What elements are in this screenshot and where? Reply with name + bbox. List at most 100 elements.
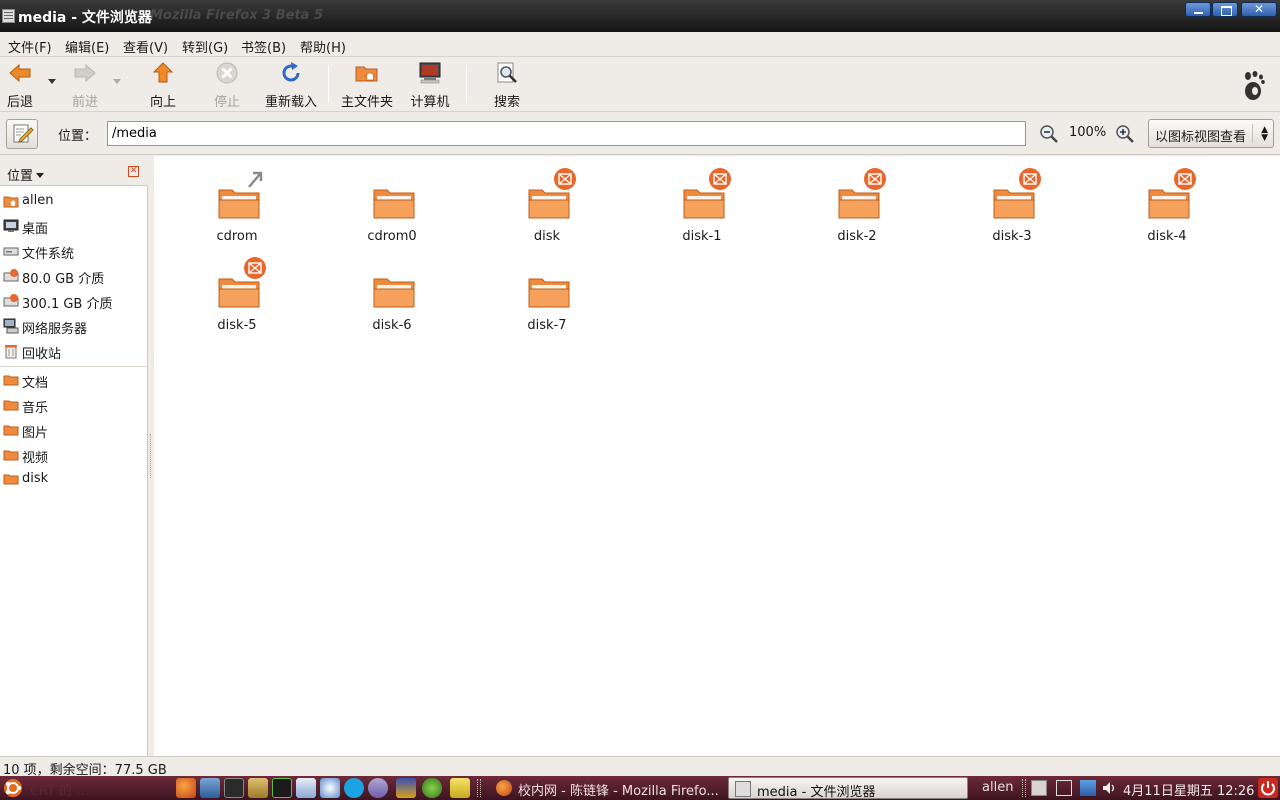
gnome-foot-icon [1245, 71, 1265, 100]
sidebar-bookmark-videos[interactable]: 视频 [0, 443, 147, 467]
file-item[interactable]: disk [492, 164, 602, 248]
minimize-button[interactable] [1185, 2, 1211, 17]
sidebar-item-desktop[interactable]: 桌面 [0, 214, 147, 238]
stop-button[interactable]: 停止 [210, 61, 244, 110]
menu-bar: 文件(F) 编辑(E) 查看(V) 转到(G) 书签(B) 帮助(H) [0, 32, 1280, 57]
sidebar-bookmark-music[interactable]: 音乐 [0, 393, 147, 417]
menu-file[interactable]: 文件(F) [8, 37, 52, 56]
back-label: 后退 [6, 95, 33, 110]
forward-arrow-icon [74, 63, 96, 83]
sidebar-item-label: 音乐 [22, 401, 49, 416]
skype-launcher-icon[interactable] [344, 778, 364, 798]
mail-launcher-icon[interactable] [200, 778, 220, 798]
file-item[interactable]: disk-2 [802, 164, 912, 248]
system-monitor-launcher-icon[interactable] [272, 778, 292, 798]
taskbar-button-firefox[interactable]: 校内网 - 陈链锋 - Mozilla Firefo... [490, 777, 722, 799]
file-name: disk-1 [682, 229, 722, 244]
sidebar-item-network[interactable]: 网络服务器 [0, 314, 147, 338]
file-item[interactable]: disk-7 [492, 253, 602, 337]
file-item[interactable]: cdrom0 [337, 164, 447, 248]
up-button[interactable]: 向上 [146, 61, 180, 110]
panel-drag-handle[interactable] [1022, 779, 1026, 797]
folder-icon [3, 474, 19, 485]
sidebar-divider [0, 366, 147, 367]
icon-view[interactable]: cdrom cdrom0 disk disk-1 disk-2 disk-3 d… [154, 156, 1280, 756]
folder-icon [373, 189, 415, 219]
sidebar-item-filesystem[interactable]: 文件系统 [0, 239, 147, 263]
sidebar-item-300gb-volume[interactable]: 300.1 GB 介质 [0, 289, 147, 313]
app-launcher-icon[interactable] [396, 778, 416, 798]
file-item[interactable]: cdrom [182, 164, 292, 248]
menu-help[interactable]: 帮助(H) [300, 37, 346, 56]
menu-edit[interactable]: 编辑(E) [65, 37, 109, 56]
sidebar-item-label: 文件系统 [22, 247, 75, 262]
zoom-in-icon[interactable] [1115, 124, 1135, 144]
sidebar-type-dropdown[interactable]: 位置 [7, 165, 44, 184]
drive-icon [3, 269, 19, 282]
user-switcher[interactable]: allen [982, 780, 1013, 795]
window-menu-icon[interactable] [2, 9, 15, 23]
update-launcher-icon[interactable] [422, 778, 442, 798]
taskbar-button-file-browser[interactable]: media - 文件浏览器 [728, 777, 968, 800]
sidebar-item-label: 网络服务器 [22, 322, 88, 337]
home-icon [3, 196, 19, 208]
close-button[interactable] [1241, 2, 1277, 17]
view-mode-select[interactable]: 以图标视图查看 ▲ ▼ [1148, 119, 1274, 148]
toggle-location-entry-button[interactable] [6, 119, 38, 149]
file-item[interactable]: disk-4 [1112, 164, 1222, 248]
file-item[interactable]: disk-3 [957, 164, 1067, 248]
menu-view[interactable]: 查看(V) [123, 37, 168, 56]
back-button[interactable]: 后退 [4, 61, 36, 110]
pidgin-launcher-icon[interactable] [368, 778, 388, 798]
file-name: disk-6 [372, 318, 412, 333]
volume-icon[interactable] [1101, 780, 1117, 796]
writer-launcher-icon[interactable] [296, 778, 316, 798]
computer-button[interactable]: 计算机 [408, 61, 452, 110]
reload-icon [282, 62, 300, 82]
menu-go[interactable]: 转到(G) [182, 37, 228, 56]
folder-icon [3, 375, 19, 386]
status-bar: 10 项，剩余空间：77.5 GB [0, 756, 1280, 778]
file-item[interactable]: disk-5 [182, 253, 292, 337]
forward-history-dropdown[interactable] [113, 79, 121, 84]
sidebar-close-icon[interactable]: ✕ [128, 166, 139, 177]
computer-icon [419, 62, 441, 84]
menu-bookmarks[interactable]: 书签(B) [241, 37, 286, 56]
power-icon[interactable] [1258, 778, 1278, 798]
sidebar-item-80gb-volume[interactable]: 80.0 GB 介质 [0, 264, 147, 288]
desktop-icon [3, 219, 19, 232]
zoom-level[interactable]: 100% [1069, 125, 1106, 140]
sidebar-bookmark-pictures[interactable]: 图片 [0, 418, 147, 442]
network-tray-icon[interactable] [1080, 780, 1096, 796]
file-item[interactable]: disk-1 [647, 164, 757, 248]
settings-launcher-icon[interactable] [248, 778, 268, 798]
sidebar-item-home[interactable]: allen [0, 189, 147, 213]
reload-label: 重新载入 [264, 95, 317, 110]
panel-drag-handle[interactable] [477, 779, 481, 797]
maximize-button[interactable] [1212, 2, 1238, 17]
search-button[interactable]: 搜索 [490, 61, 524, 110]
file-name: disk [533, 229, 561, 244]
home-folder-button[interactable]: 主文件夹 [338, 61, 396, 110]
ubuntu-menu-icon[interactable] [0, 776, 26, 800]
keyboard-tray-icon[interactable] [1031, 780, 1047, 796]
sidebar-bookmark-disk[interactable]: disk [0, 467, 147, 491]
reload-button[interactable]: 重新载入 [262, 61, 320, 110]
up-arrow-icon [152, 62, 174, 83]
forward-button[interactable]: 前进 [68, 61, 102, 110]
location-input[interactable] [107, 121, 1026, 146]
clock[interactable]: 4月11日星期五 12:26 [1123, 780, 1254, 799]
window-title: media - 文件浏览器 [18, 10, 152, 26]
back-history-dropdown[interactable] [48, 79, 56, 84]
window-list-tray-icon[interactable] [1056, 780, 1072, 796]
sidebar-item-trash[interactable]: 回收站 [0, 339, 147, 363]
zoom-out-icon[interactable] [1039, 124, 1059, 144]
terminal-launcher-icon[interactable] [224, 778, 244, 798]
file-item[interactable]: disk-6 [337, 253, 447, 337]
firefox-launcher-icon[interactable] [176, 778, 196, 798]
sidebar-bookmark-documents[interactable]: 文档 [0, 368, 147, 392]
file-browser-icon [735, 781, 751, 797]
select-divider [1252, 124, 1253, 143]
notes-launcher-icon[interactable] [450, 778, 470, 798]
browser-launcher-icon[interactable] [320, 778, 340, 798]
